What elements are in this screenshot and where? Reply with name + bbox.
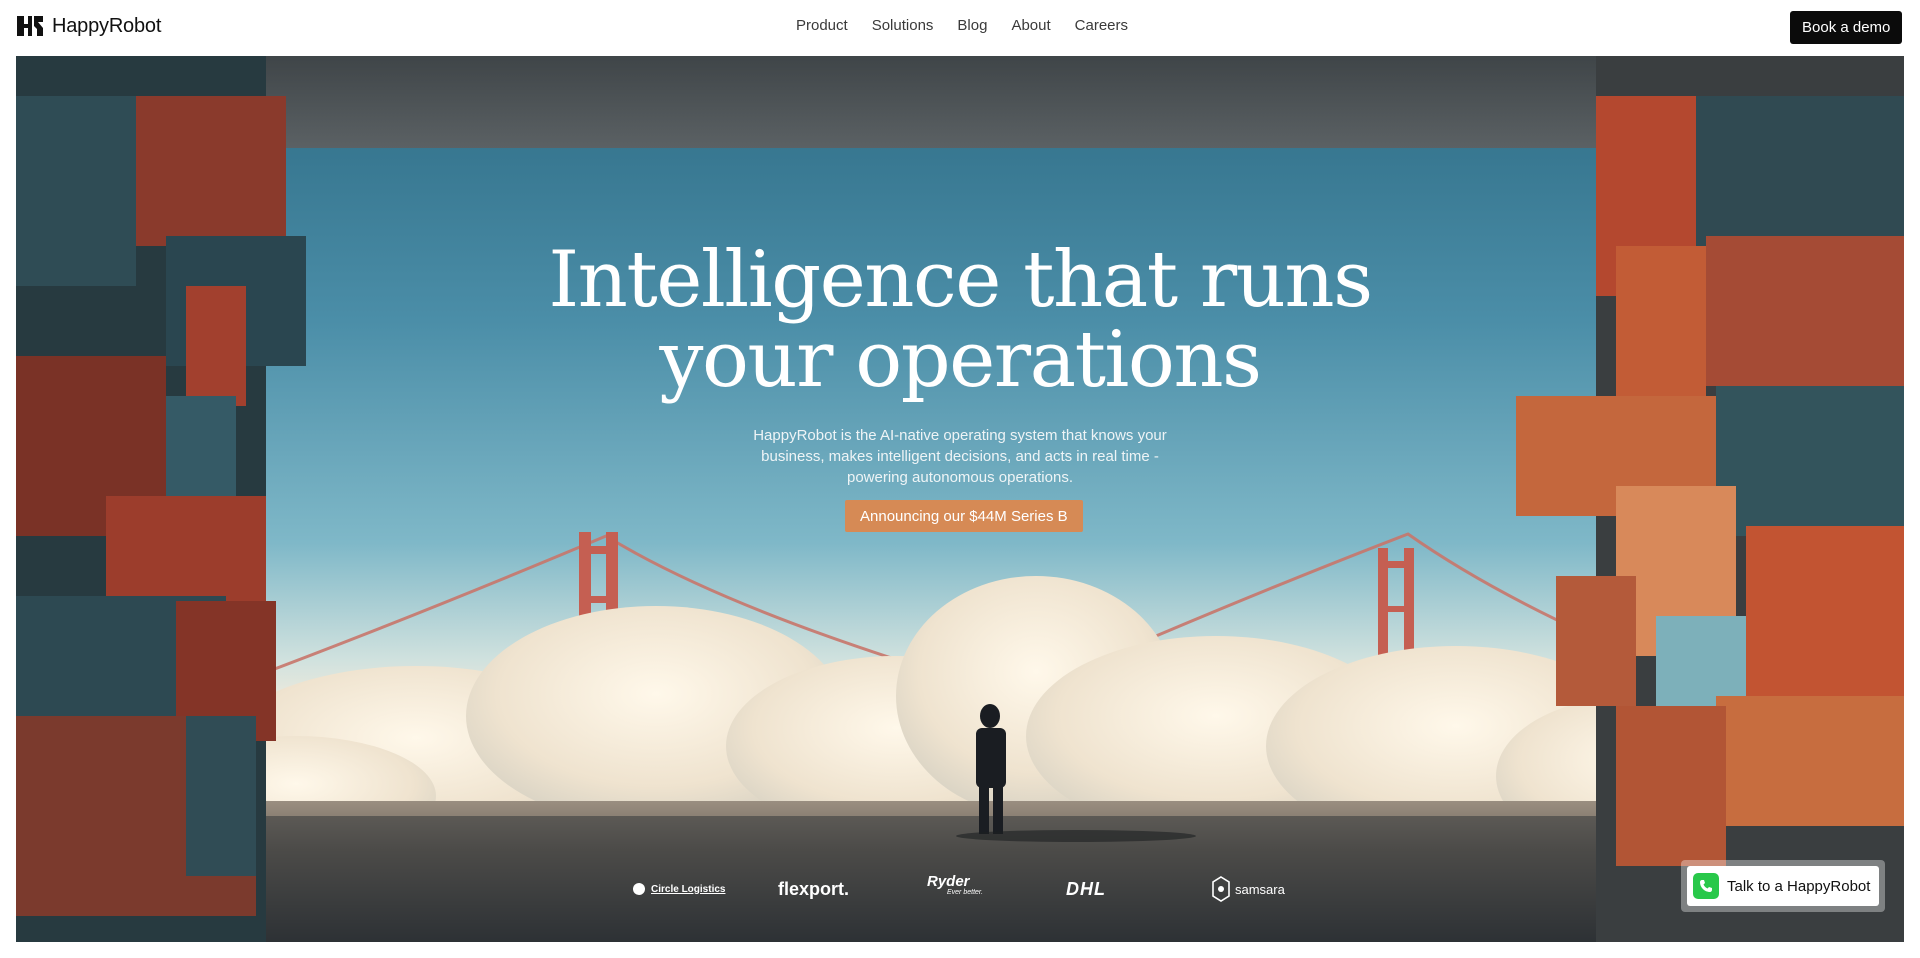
top-nav: HappyRobot Product Solutions Blog About … — [0, 0, 1920, 56]
announcement-button[interactable]: Announcing our $44M Series B — [845, 500, 1083, 532]
chat-widget-label: Talk to a HappyRobot — [1727, 877, 1871, 895]
nav-blog[interactable]: Blog — [957, 17, 987, 34]
hero-subheading-line2: business, makes intelligent decisions, a… — [761, 448, 1159, 465]
hero-headline-line2: your operations — [659, 315, 1262, 405]
customer-logos: Circle Logistics flexport. Ryder Ever be… — [16, 874, 1904, 904]
happyrobot-logo-icon — [17, 16, 43, 36]
nav-about[interactable]: About — [1011, 17, 1050, 34]
nav-careers[interactable]: Careers — [1075, 17, 1128, 34]
logo-circle-logistics: Circle Logistics — [632, 874, 725, 904]
phone-icon — [1693, 873, 1719, 899]
logo-samsara: samsara — [1212, 874, 1285, 904]
logo-samsara-text: samsara — [1235, 881, 1285, 897]
brand-logo[interactable]: HappyRobot — [16, 14, 161, 38]
chat-widget: Talk to a HappyRobot — [1681, 860, 1885, 912]
samsara-mark-icon — [1212, 876, 1230, 902]
hero-subheading-line3: powering autonomous operations. — [847, 469, 1073, 486]
hero-subheading-line1: HappyRobot is the AI-native operating sy… — [753, 427, 1167, 444]
nav-solutions[interactable]: Solutions — [872, 17, 934, 34]
logo-flexport-text: flexport. — [778, 878, 850, 899]
logo-dhl: DHL — [1066, 874, 1106, 904]
hero-headline-line1: Intelligence that runs — [548, 235, 1373, 325]
logo-flexport: flexport. — [778, 874, 849, 904]
book-demo-button[interactable]: Book a demo — [1790, 11, 1903, 44]
hero-section: Intelligence that runs your operations H… — [16, 56, 1904, 942]
circle-logistics-mark-icon — [633, 883, 645, 895]
hero-headline: Intelligence that runs your operations — [16, 240, 1904, 400]
hero-background-image — [16, 56, 1904, 942]
nav-product[interactable]: Product — [796, 17, 848, 34]
logo-ryder-text: Ryder — [927, 873, 970, 890]
logo-ryder-tagline: Ever better. — [947, 889, 983, 896]
logo-ryder: Ryder Ever better. — [927, 874, 983, 904]
logo-dhl-text: DHL — [1066, 878, 1106, 899]
talk-to-happyrobot-button[interactable]: Talk to a HappyRobot — [1687, 866, 1879, 906]
brand-name: HappyRobot — [52, 14, 162, 37]
logo-circle-logistics-text: Circle Logistics — [651, 883, 726, 895]
hero-subheading: HappyRobot is the AI-native operating sy… — [750, 425, 1170, 488]
main-nav: Product Solutions Blog About Careers — [796, 17, 1128, 34]
